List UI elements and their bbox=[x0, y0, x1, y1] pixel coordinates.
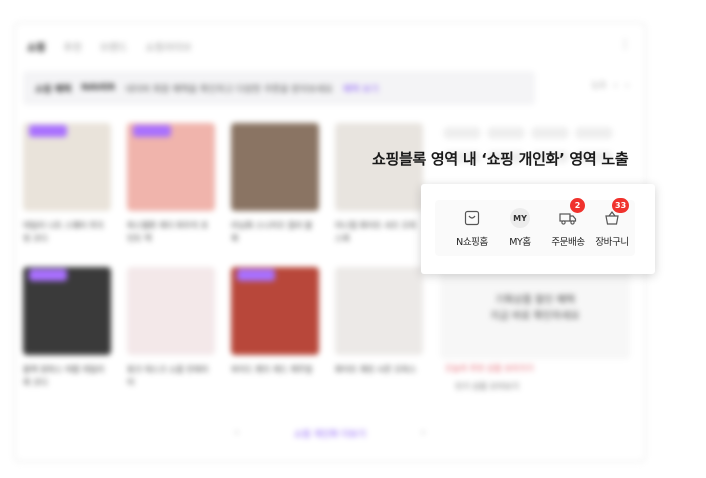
promo-sub: 인기 상품 모아보기 bbox=[455, 382, 519, 391]
footer-navigation: ‹ 쇼핑 개인화 더보기 › bbox=[235, 423, 425, 443]
product-caption: 러닝화 스니커즈 컬러 블록 bbox=[231, 221, 313, 243]
footer-label[interactable]: 쇼핑 개인화 더보기 bbox=[294, 427, 366, 440]
menu-item-label: MY홈 bbox=[509, 237, 531, 248]
menu-item-my-home[interactable]: MY MY홈 bbox=[495, 208, 545, 248]
product-caption: 블랙 원피스 여름 데일리룩 코디 bbox=[23, 365, 105, 387]
product-card[interactable]: 데일리 니트 스웨터 루즈핏 코디 bbox=[23, 123, 111, 245]
notice-banner[interactable]: 쇼핑 혜택 NAVER 네이버 회원 혜택을 확인하고 다양한 쿠폰을 받아보세… bbox=[23, 71, 535, 105]
menu-item-label: 장바구니 bbox=[595, 237, 629, 248]
product-caption: 화이트 재킷 시즌 오피스 bbox=[335, 365, 417, 374]
promo-link[interactable]: 오늘의 추천 상품 보러가기 bbox=[445, 363, 534, 374]
shopping-basket-icon: 33 bbox=[602, 198, 630, 228]
pager: 1/3 ‹ › bbox=[591, 81, 629, 91]
promo-line1: 기획상품 할인 혜택 bbox=[495, 295, 575, 306]
notice-text: 네이버 회원 혜택을 확인하고 다양한 쿠폰을 받아보세요 bbox=[125, 84, 333, 95]
chip[interactable] bbox=[443, 127, 481, 139]
more-options-icon[interactable]: ⋮ bbox=[619, 37, 631, 51]
product-card[interactable]: 파스텔톤 레더 파우치 포인트 백 bbox=[127, 123, 215, 245]
delivery-truck-icon: 2 bbox=[558, 198, 585, 228]
personalization-menu: N쇼핑홈 MY MY홈 2 주문배송 33 장바구니 bbox=[435, 198, 637, 256]
product-card[interactable]: 미니멀 화이트 셔츠 오피스룩 bbox=[335, 123, 423, 245]
product-thumbnail bbox=[127, 267, 215, 355]
product-badge bbox=[237, 269, 275, 281]
menu-item-cart[interactable]: 33 장바구니 bbox=[587, 198, 637, 248]
callout-headline: 쇼핑블록 영역 내 ‘쇼핑 개인화’ 영역 노출 bbox=[372, 150, 629, 168]
product-thumbnail bbox=[127, 123, 215, 211]
footer-prev-icon[interactable]: ‹ bbox=[235, 428, 239, 438]
my-icon-text: MY bbox=[510, 208, 530, 228]
product-card[interactable]: 화이트 재킷 시즌 오피스 bbox=[335, 267, 423, 376]
footer-next-icon[interactable]: › bbox=[421, 428, 425, 438]
product-thumbnail bbox=[23, 267, 111, 355]
product-caption: 와이드 팬츠 레드 캐주얼 bbox=[231, 365, 313, 374]
my-icon: MY bbox=[510, 208, 530, 228]
tab-brand[interactable]: 브랜드 bbox=[100, 39, 128, 54]
pager-next-icon[interactable]: › bbox=[625, 81, 629, 91]
product-badge bbox=[29, 269, 67, 281]
cart-count-badge: 33 bbox=[612, 198, 630, 213]
delivery-count-badge: 2 bbox=[570, 198, 585, 213]
product-thumbnail bbox=[335, 267, 423, 355]
menu-item-n-shopping-home[interactable]: N쇼핑홈 bbox=[447, 208, 497, 248]
product-card[interactable]: 러닝화 스니커즈 컬러 블록 bbox=[231, 123, 319, 245]
product-thumbnail bbox=[231, 267, 319, 355]
pager-count: 1/3 bbox=[591, 81, 606, 91]
product-badge bbox=[29, 125, 67, 137]
notice-link[interactable]: 혜택 보기 bbox=[343, 82, 379, 95]
personalization-popup: N쇼핑홈 MY MY홈 2 주문배송 33 장바구니 bbox=[421, 184, 655, 274]
notice-strong: 쇼핑 혜택 bbox=[35, 84, 72, 95]
shopping-home-icon bbox=[462, 208, 482, 228]
menu-item-order-delivery[interactable]: 2 주문배송 bbox=[543, 198, 593, 248]
product-badge bbox=[133, 125, 171, 137]
product-thumbnail bbox=[231, 123, 319, 211]
product-thumbnail bbox=[23, 123, 111, 211]
product-caption: 핑크 데스크 소품 인테리어 bbox=[127, 365, 209, 387]
chip[interactable] bbox=[531, 127, 569, 139]
chip[interactable] bbox=[575, 127, 613, 139]
promo-line2: 지금 바로 확인하세요 bbox=[490, 311, 580, 322]
chip[interactable] bbox=[487, 127, 525, 139]
product-caption: 데일리 니트 스웨터 루즈핏 코디 bbox=[23, 221, 105, 243]
promo-banner[interactable]: 기획상품 할인 혜택 지금 바로 확인하세요 bbox=[440, 269, 630, 359]
product-card[interactable]: 블랙 원피스 여름 데일리룩 코디 bbox=[23, 267, 111, 389]
menu-item-label: 주문배송 bbox=[551, 237, 585, 248]
product-card[interactable]: 와이드 팬츠 레드 캐주얼 bbox=[231, 267, 319, 376]
tab-shopping[interactable]: 쇼핑 bbox=[27, 39, 45, 54]
product-card[interactable]: 핑크 데스크 소품 인테리어 bbox=[127, 267, 215, 389]
product-caption: 파스텔톤 레더 파우치 포인트 백 bbox=[127, 221, 209, 243]
pager-prev-icon[interactable]: ‹ bbox=[614, 81, 618, 91]
shopping-tabs: 쇼핑 추천 브랜드 쇼핑라이브 bbox=[27, 39, 191, 54]
tab-shopping-live[interactable]: 쇼핑라이브 bbox=[145, 39, 191, 54]
product-caption: 미니멀 화이트 셔츠 오피스룩 bbox=[335, 221, 417, 243]
tab-recommend[interactable]: 추천 bbox=[63, 39, 81, 54]
menu-item-label: N쇼핑홈 bbox=[456, 237, 488, 248]
notice-brand: NAVER bbox=[81, 83, 116, 93]
